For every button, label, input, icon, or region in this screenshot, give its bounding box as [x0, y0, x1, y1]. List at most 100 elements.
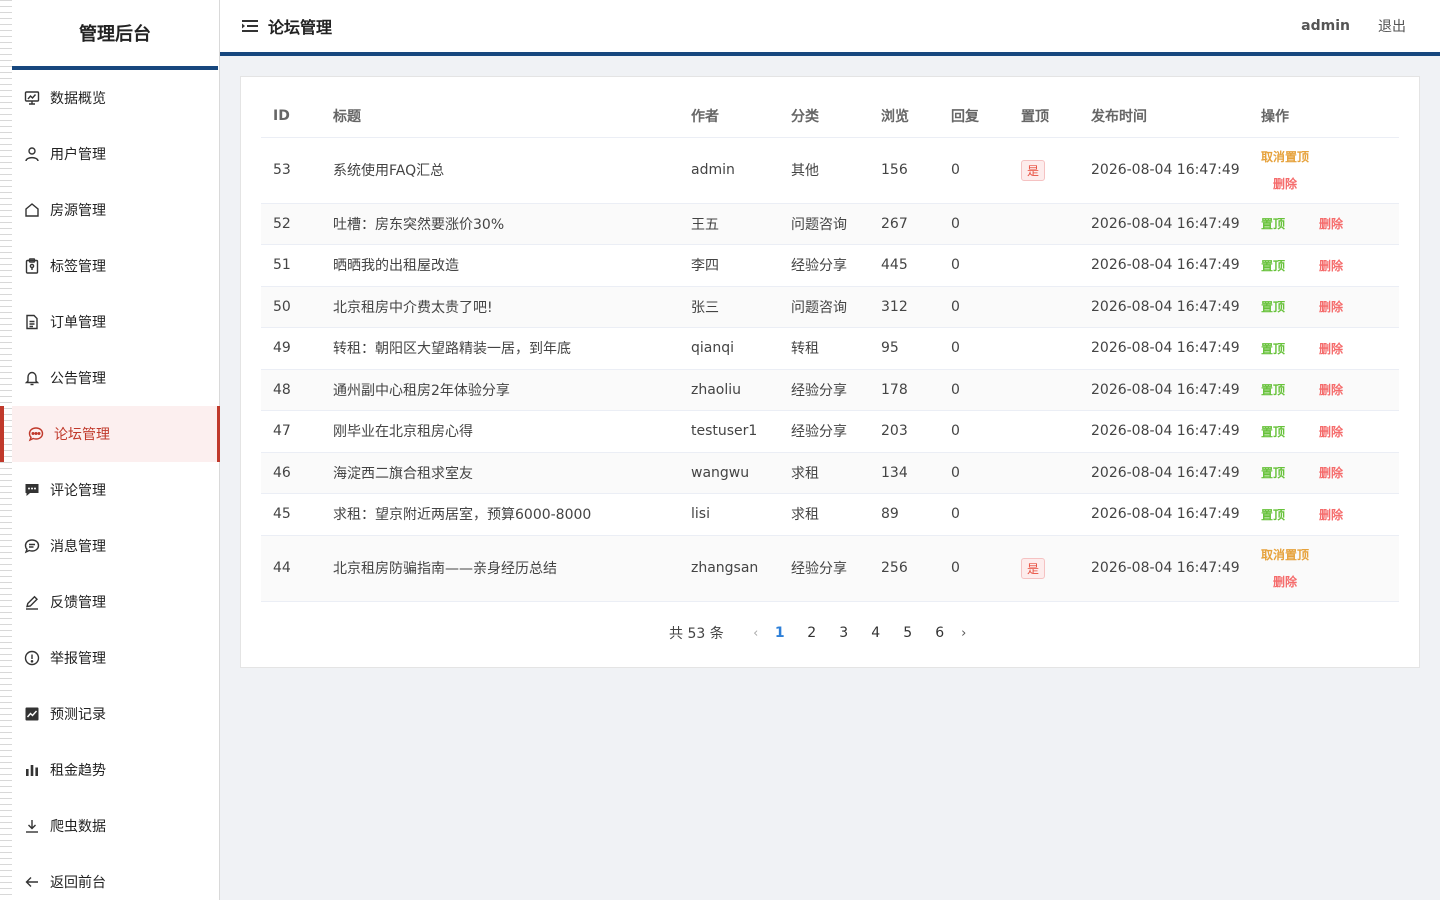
cell-id: 47 — [261, 410, 321, 453]
cell-pinned: 是 — [1009, 137, 1079, 204]
sidebar-menu: 数据概览用户管理 房源管理 标签管理 订单管理 公告管理 论坛管理 评论管理消息管理反馈管理… — [0, 70, 220, 900]
sidebar-item-users[interactable]: 用户管理 — [12, 126, 218, 182]
cell-actions: 置顶 删除 — [1249, 327, 1399, 370]
table-row: 53 系统使用FAQ汇总 admin 其他 156 0 是 2026-08-04 16:47:… — [261, 137, 1399, 204]
table-row: 45 求租：望京附近两居室，预算6000-8000 lisi 求租 89 0 2026-08… — [261, 493, 1399, 536]
sidebar-item-feedback[interactable]: 反馈管理 — [12, 574, 218, 630]
cell-actions: 置顶 删除 — [1249, 452, 1399, 494]
cell-id: 50 — [261, 286, 321, 328]
sidebar-item-notices[interactable]: 公告管理 — [12, 350, 218, 406]
cell-category: 问题咨询 — [779, 203, 869, 245]
pin-button[interactable]: 置顶 — [1261, 257, 1285, 274]
table-header-row: ID 标题 作者 分类 浏览 回复 置顶 发布时间 操作 — [261, 95, 1399, 138]
unpin-button[interactable]: 取消置顶 — [1261, 148, 1309, 165]
top-header: 论坛管理 admin 退出 — [220, 0, 1440, 56]
sidebar: 管理后台 数据概览 用户管理 房源管理 标签管理 订单管理 公告管理 论坛管理 评论管理 消息管… — [0, 0, 220, 900]
delete-button[interactable]: 删除 — [1319, 423, 1343, 440]
cell-pinned: 是 — [1009, 535, 1079, 602]
cell-category: 求租 — [779, 493, 869, 536]
column-header: 标题 — [321, 95, 679, 138]
cell-author: lisi — [679, 493, 779, 536]
pagination-prev-button[interactable]: ‹ — [748, 626, 764, 641]
pin-button[interactable]: 置顶 — [1261, 298, 1285, 315]
menu-toggle-icon[interactable] — [242, 18, 258, 34]
cell-time: 2026-08-04 16:47:49 — [1079, 203, 1249, 245]
delete-button[interactable]: 删除 — [1319, 257, 1343, 274]
sidebar-item-tags[interactable]: 标签管理 — [12, 238, 218, 294]
cell-actions: 置顶 删除 — [1249, 369, 1399, 411]
sidebar-item-dashboard[interactable]: 数据概览 — [12, 70, 218, 126]
cell-author: 张三 — [679, 286, 779, 328]
cell-time: 2026-08-04 16:47:49 — [1079, 137, 1249, 204]
bell-icon — [24, 370, 40, 386]
pagination-next-button[interactable]: › — [956, 626, 972, 641]
cell-title: 北京租房中介费太贵了吧! — [321, 286, 679, 328]
sidebar-item-reports[interactable]: 举报管理 — [12, 630, 218, 686]
pin-button[interactable]: 置顶 — [1261, 340, 1285, 357]
forum-table-card: ID 标题 作者 分类 浏览 回复 置顶 发布时间 操作 53 系统使用FAQ汇总 admin 其他 1… — [240, 76, 1420, 668]
delete-button[interactable]: 删除 — [1319, 506, 1343, 523]
table-row: 52 吐槽：房东突然要涨价30% 王五 问题咨询 267 0 2026-08-04 16:4… — [261, 203, 1399, 245]
delete-button[interactable]: 删除 — [1319, 340, 1343, 357]
logout-button[interactable]: 退出 — [1378, 16, 1406, 36]
pagination-page-3[interactable]: 3 — [828, 625, 860, 641]
pin-button[interactable]: 置顶 — [1261, 464, 1285, 481]
pin-button[interactable]: 置顶 — [1261, 423, 1285, 440]
sidebar-item-label: 数据概览 — [50, 91, 106, 107]
cell-actions: 置顶 删除 — [1249, 244, 1399, 287]
sidebar-item-predictions[interactable]: 预测记录 — [12, 686, 218, 742]
clipboard-tag-icon — [24, 258, 40, 274]
pagination-page-5[interactable]: 5 — [892, 625, 924, 641]
cell-actions: 置顶 删除 — [1249, 203, 1399, 245]
pin-button[interactable]: 置顶 — [1261, 215, 1285, 232]
delete-button[interactable]: 删除 — [1273, 175, 1297, 192]
cell-author: 李四 — [679, 244, 779, 287]
pagination-page-4[interactable]: 4 — [860, 625, 892, 641]
sidebar-item-forum[interactable]: 论坛管理 — [0, 406, 220, 462]
cell-title: 晒晒我的出租屋改造 — [321, 244, 679, 287]
pagination-page-6[interactable]: 6 — [924, 625, 956, 641]
user-icon — [24, 146, 40, 162]
sidebar-item-messages[interactable]: 消息管理 — [12, 518, 218, 574]
cell-views: 312 — [869, 286, 939, 328]
delete-button[interactable]: 删除 — [1319, 215, 1343, 232]
cell-author: admin — [679, 137, 779, 204]
cell-replies: 0 — [939, 137, 1009, 204]
sidebar-item-comments[interactable]: 评论管理 — [12, 462, 218, 518]
cell-replies: 0 — [939, 493, 1009, 536]
table-row: 48 通州副中心租房2年体验分享 zhaoliu 经验分享 178 0 2026-08-04… — [261, 369, 1399, 411]
pagination-page-1[interactable]: 1 — [764, 625, 796, 641]
delete-button[interactable]: 删除 — [1319, 464, 1343, 481]
table-row: 44 北京租房防骗指南——亲身经历总结 zhangsan 经验分享 256 0 是 2026-… — [261, 535, 1399, 602]
house-icon — [24, 202, 40, 218]
cell-id: 51 — [261, 244, 321, 287]
page-title: 论坛管理 — [268, 18, 333, 37]
pin-button[interactable]: 置顶 — [1261, 506, 1285, 523]
delete-button[interactable]: 删除 — [1273, 573, 1297, 590]
sidebar-item-label: 消息管理 — [50, 539, 106, 555]
cell-id: 45 — [261, 493, 321, 536]
cell-id: 49 — [261, 327, 321, 370]
cell-pinned — [1009, 493, 1079, 536]
cell-pinned — [1009, 203, 1079, 245]
unpin-button[interactable]: 取消置顶 — [1261, 546, 1309, 563]
sidebar-item-label: 预测记录 — [50, 707, 106, 723]
sidebar-item-back[interactable]: 返回前台 — [12, 854, 218, 900]
table-row: 51 晒晒我的出租屋改造 李四 经验分享 445 0 2026-08-04 16:47:49… — [261, 244, 1399, 287]
bar-chart-icon — [24, 762, 40, 778]
pin-button[interactable]: 置顶 — [1261, 381, 1285, 398]
cell-replies: 0 — [939, 410, 1009, 453]
sidebar-item-listings[interactable]: 房源管理 — [12, 182, 218, 238]
sidebar-item-crawler[interactable]: 爬虫数据 — [12, 798, 218, 854]
cell-replies: 0 — [939, 286, 1009, 328]
sidebar-item-orders[interactable]: 订单管理 — [12, 294, 218, 350]
sidebar-item-rent-trend[interactable]: 租金趋势 — [12, 742, 218, 798]
cell-id: 46 — [261, 452, 321, 494]
cell-replies: 0 — [939, 244, 1009, 287]
pagination-page-2[interactable]: 2 — [796, 625, 828, 641]
cell-title: 海淀西二旗合租求室友 — [321, 452, 679, 494]
delete-button[interactable]: 删除 — [1319, 381, 1343, 398]
cell-pinned — [1009, 452, 1079, 494]
cell-title: 系统使用FAQ汇总 — [321, 137, 679, 204]
delete-button[interactable]: 删除 — [1319, 298, 1343, 315]
